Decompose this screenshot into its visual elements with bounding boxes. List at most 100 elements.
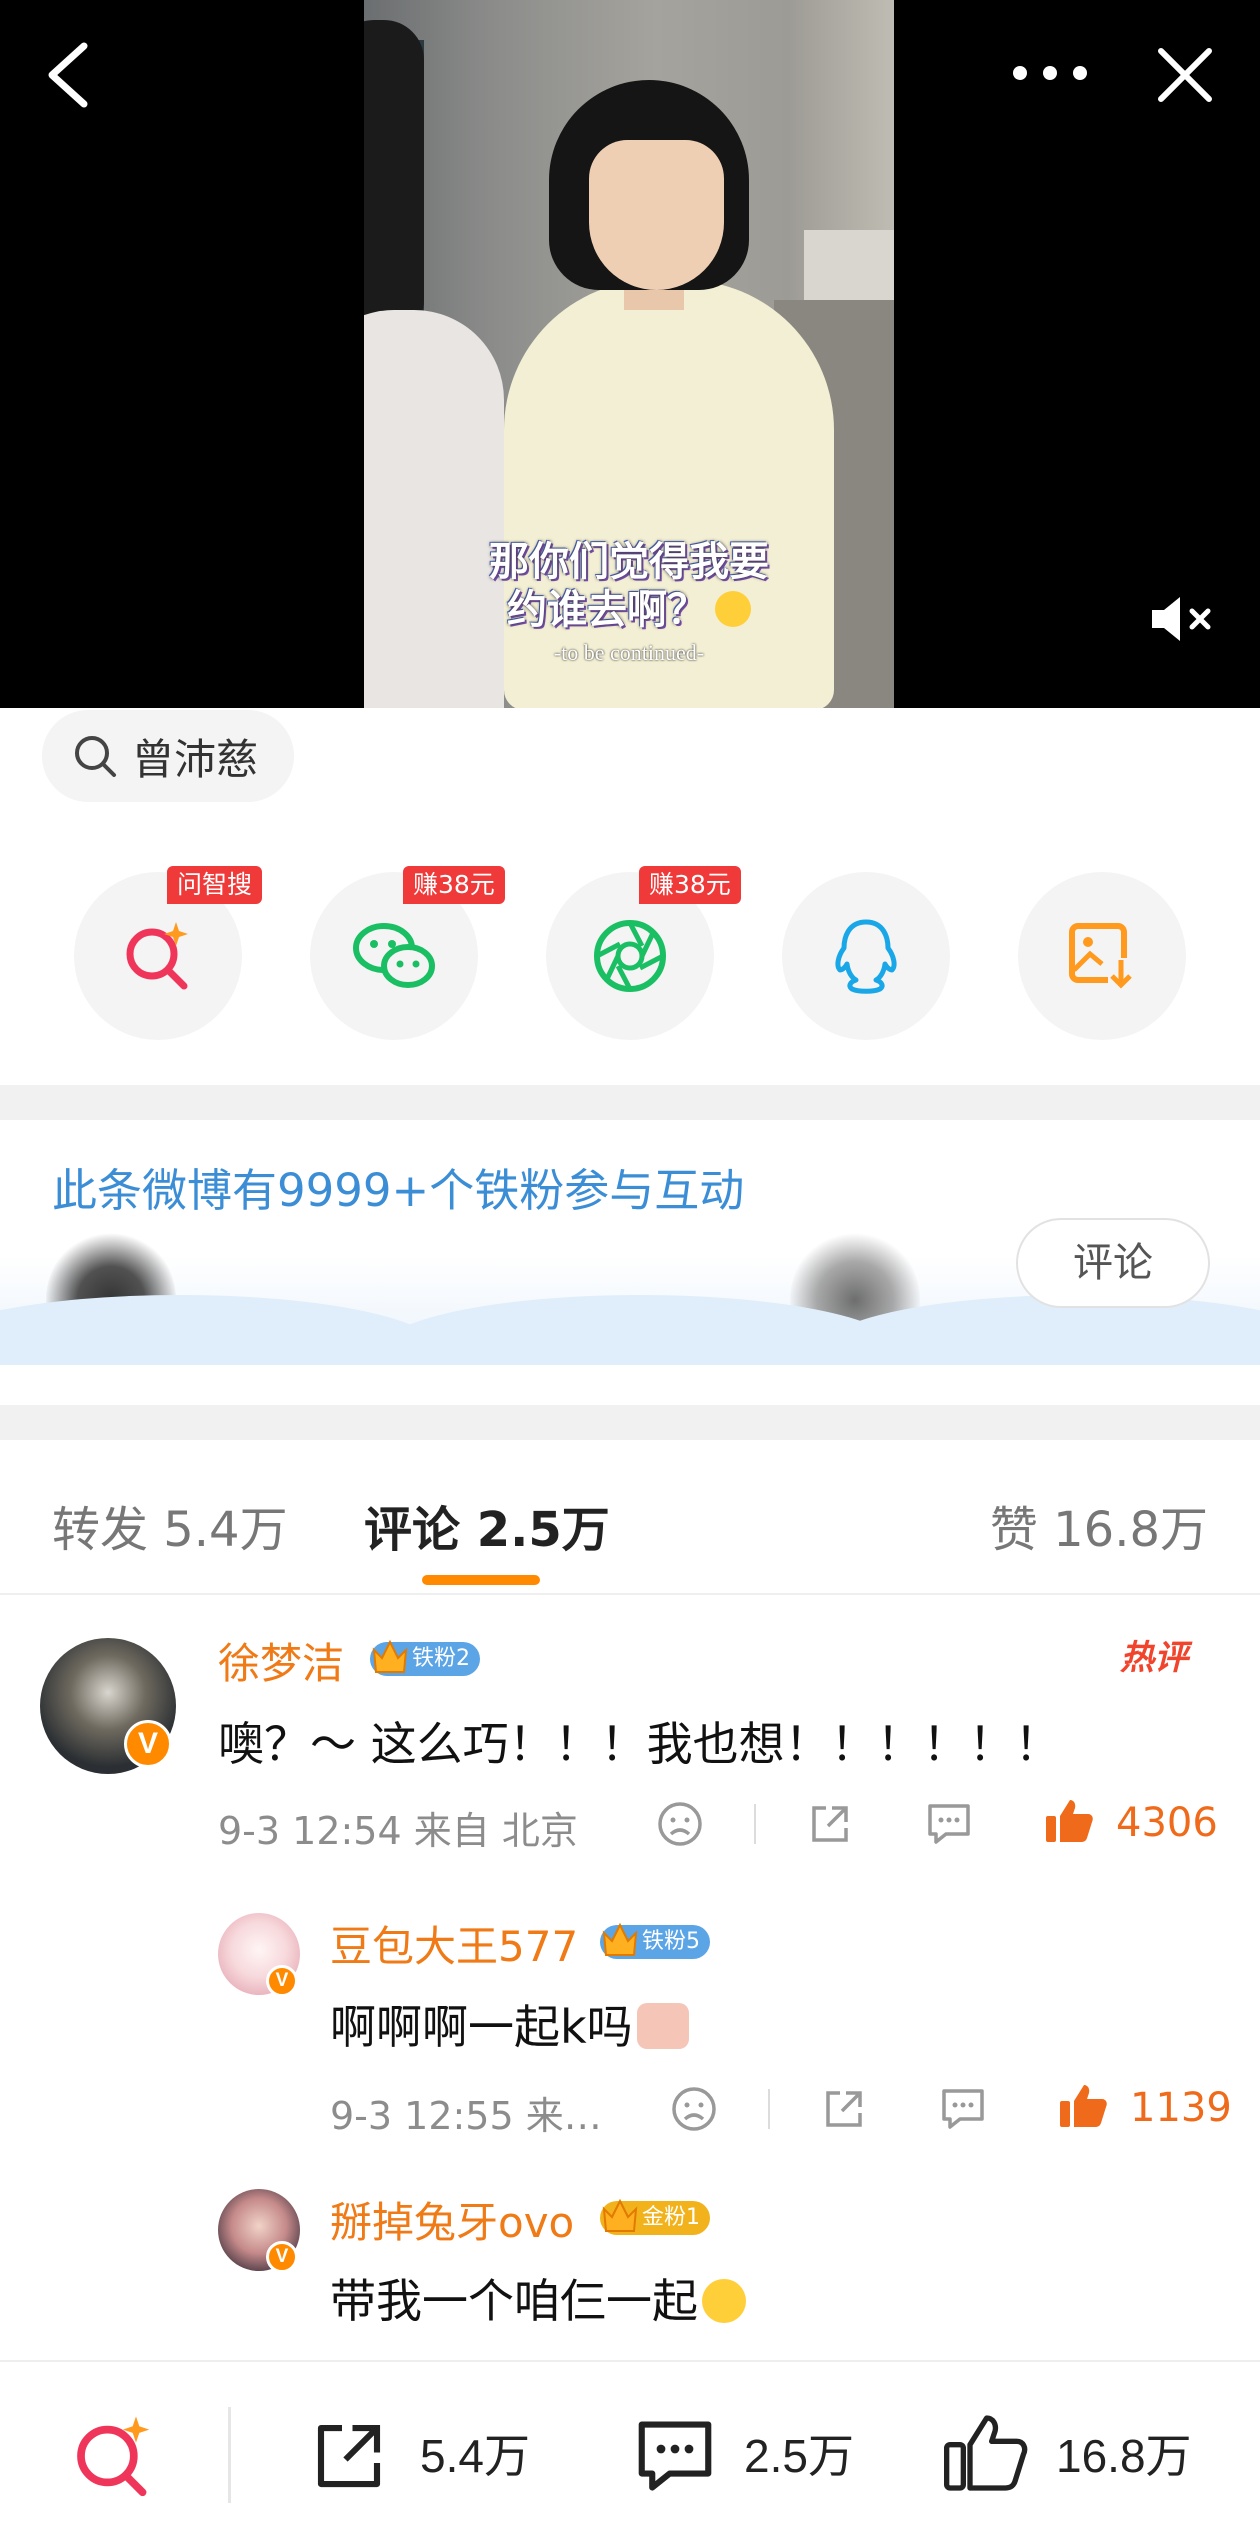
crown-icon [372, 1639, 408, 1673]
share-moments-button[interactable]: 赚38元 [546, 866, 741, 1040]
tab-likes[interactable]: 赞 16.8万 [990, 1490, 1208, 1560]
verified-badge-icon: V [124, 1720, 172, 1768]
save-image-icon [1069, 923, 1134, 990]
video-player[interactable]: 那你们觉得我要 约谁去啊？ -to be continued- [0, 0, 1260, 708]
share-qq-button[interactable] [782, 872, 950, 1040]
close-button[interactable] [1155, 45, 1215, 105]
ai-search-icon [77, 2416, 150, 2497]
bottom-like-button[interactable] [940, 2408, 1030, 2502]
bottom-comment-count: 2.5万 [744, 2430, 854, 2482]
subtitle-line-1: 那你们觉得我要 [489, 539, 769, 585]
share-badge: 赚38元 [403, 866, 505, 904]
reply-item: V 掰掉兔牙ovo 金粉1 带我一个咱仨一起 [0, 2183, 1260, 2333]
reply-item: V 豆包大王577 铁粉5 啊啊啊一起k吗 9-3 12:55 来… 1139 [0, 1905, 1260, 2145]
pleading-emoji-icon [702, 2279, 746, 2323]
section-divider [0, 1085, 1260, 1120]
sticker-emoji-icon [636, 2003, 689, 2049]
search-icon [75, 736, 116, 777]
verified-badge-icon: V [266, 2241, 298, 2273]
crown-icon [602, 2198, 638, 2232]
comment-bubble-icon [638, 2421, 712, 2491]
dislike-face-icon [672, 2087, 716, 2131]
comment-bubble-icon [928, 1804, 970, 1844]
bottom-comment-button[interactable] [630, 2414, 720, 2502]
bottom-ai-search-button[interactable] [70, 2412, 158, 2504]
active-tab-indicator [422, 1575, 540, 1585]
reply-meta: 9-3 12:55 来… [330, 2085, 602, 2140]
reply-like-count: 1139 [1130, 2085, 1232, 2131]
bottom-repost-count: 5.4万 [420, 2430, 530, 2482]
bottom-action-bar: 5.4万 2.5万 16.8万 [0, 2360, 1260, 2535]
comment-bubble-icon [942, 2089, 984, 2129]
moments-icon [594, 920, 666, 992]
back-button[interactable] [40, 40, 100, 110]
verified-badge-icon: V [266, 1965, 298, 1997]
reply-username[interactable]: 豆包大王577 [330, 1913, 578, 1974]
share-badge: 赚38元 [639, 866, 741, 904]
thinking-emoji-icon [715, 591, 751, 627]
topic-search-chip[interactable]: 曾沛慈 [42, 710, 295, 802]
comment-location: 来自 北京 [413, 1809, 578, 1853]
dislike-button[interactable] [670, 2085, 718, 2137]
banner-comment-button[interactable]: 评论 [1016, 1218, 1210, 1308]
repost-icon [317, 2424, 381, 2488]
reply-text: 啊啊啊一起k吗 [330, 1991, 689, 2057]
reply-comment-button[interactable] [938, 2085, 988, 2137]
mute-button[interactable] [1148, 593, 1218, 645]
mute-speaker-icon [1152, 597, 1211, 641]
reply-location: 来… [525, 2094, 602, 2138]
fan-level-badge: 铁粉5 [600, 1922, 710, 1959]
subtitle-to-be-continued: -to be continued- [553, 640, 705, 665]
video-subtitle: 那你们觉得我要 约谁去啊？ -to be continued- [364, 538, 894, 666]
reply-like-button[interactable] [1056, 2079, 1110, 2137]
more-dots-icon [1013, 66, 1087, 80]
ai-search-icon [126, 922, 188, 990]
reply-username[interactable]: 掰掉兔牙ovo [330, 2189, 574, 2250]
share-save-image-button[interactable] [1018, 872, 1186, 1040]
meta-divider [754, 1804, 756, 1844]
fans-interaction-banner[interactable]: 此条微博有9999+个铁粉参与互动 评论 [0, 1120, 1260, 1365]
back-arrow-icon [48, 42, 88, 108]
fan-level-badge: 铁粉2 [370, 1639, 480, 1676]
thumbs-up-filled-icon [1060, 2085, 1107, 2127]
thumbs-up-icon [944, 2415, 1028, 2491]
meta-divider [768, 2089, 770, 2129]
more-button[interactable] [1010, 58, 1090, 88]
interaction-tabs: 转发 5.4万 评论 2.5万 赞 16.8万 [0, 1440, 1260, 1595]
crown-icon [602, 1922, 638, 1956]
share-badge: 问智搜 [167, 866, 263, 904]
repost-icon [826, 2091, 862, 2127]
reply-text: 带我一个咱仨一起 [330, 2265, 746, 2331]
section-divider [0, 1405, 1260, 1440]
wechat-icon [353, 923, 435, 988]
tab-comments[interactable]: 评论 2.5万 [364, 1490, 610, 1560]
bottom-repost-button[interactable] [306, 2414, 392, 2502]
comment-meta: 9-3 12:54 来自 北京 [218, 1800, 578, 1855]
bottom-like-count: 16.8万 [1056, 2430, 1192, 2482]
tab-repost[interactable]: 转发 5.4万 [52, 1490, 288, 1560]
fan-level-badge: 金粉1 [600, 2198, 710, 2235]
share-ai-search-button[interactable]: 问智搜 [74, 866, 263, 1040]
share-wechat-button[interactable]: 赚38元 [310, 866, 505, 1040]
comment-reply-button[interactable] [924, 1800, 974, 1852]
close-x-icon [1158, 48, 1212, 102]
share-row: 问智搜 赚38元 赚38元 [0, 866, 1260, 1042]
bottom-divider [228, 2407, 231, 2503]
search-chip-label: 曾沛慈 [132, 734, 259, 784]
comment-repost-button[interactable] [806, 1800, 854, 1852]
comment-item: V 徐梦洁 铁粉2 热评 噢？～ 这么巧！！！我也想！！！！！！ 9-3 12:… [0, 1620, 1260, 1870]
fans-banner-title: 此条微博有9999+个铁粉参与互动 [52, 1164, 745, 1217]
repost-icon [812, 1806, 848, 1842]
thumbs-up-filled-icon [1046, 1800, 1093, 1842]
subtitle-line-2: 约谁去啊？ [507, 587, 707, 633]
qq-icon [835, 919, 897, 994]
reply-time: 9-3 12:55 [330, 2094, 514, 2138]
comment-text: 噢？～ 这么巧！！！我也想！！！！！！ [218, 1717, 1061, 1771]
comment-username[interactable]: 徐梦洁 [218, 1630, 344, 1691]
comment-like-button[interactable] [1042, 1794, 1096, 1852]
comment-like-count: 4306 [1116, 1800, 1218, 1846]
comment-time: 9-3 12:54 [218, 1809, 402, 1853]
hot-comment-label: 热评 [1120, 1638, 1188, 1678]
dislike-button[interactable] [656, 1800, 704, 1852]
reply-repost-button[interactable] [820, 2085, 868, 2137]
